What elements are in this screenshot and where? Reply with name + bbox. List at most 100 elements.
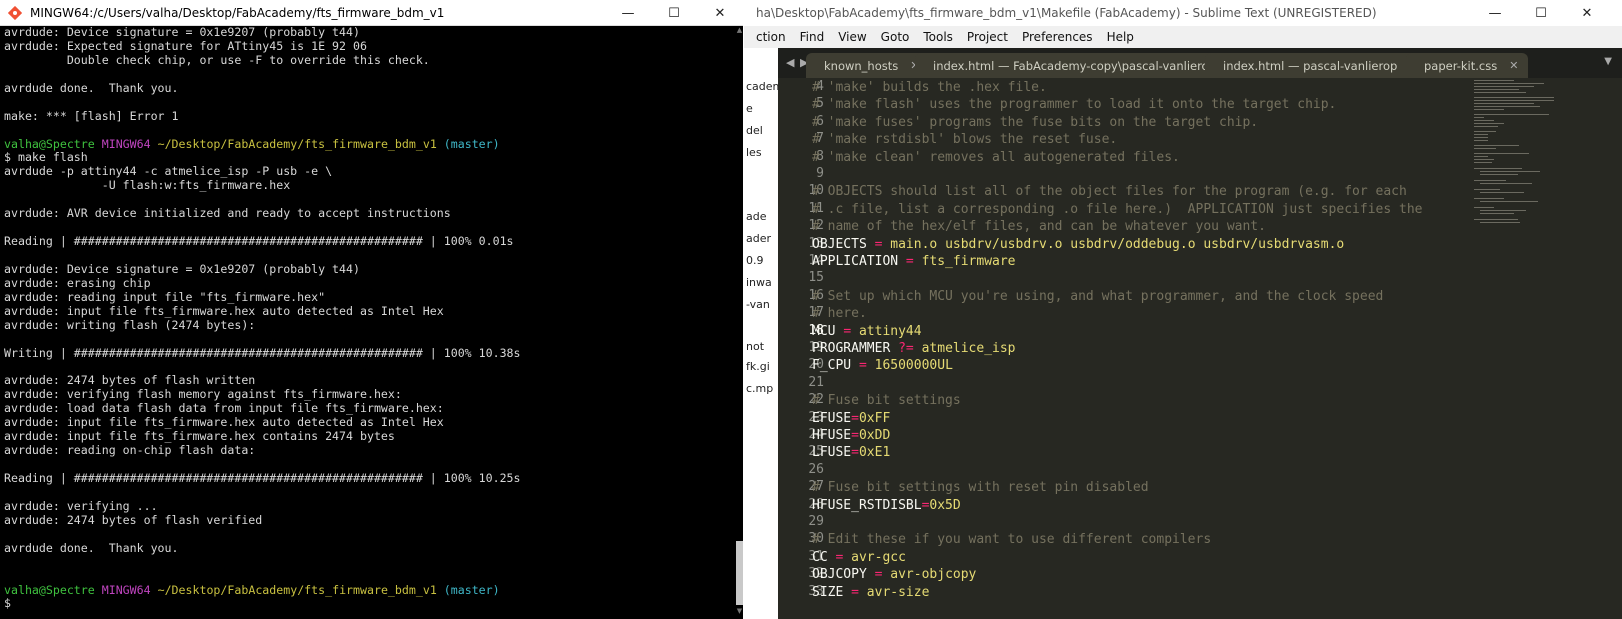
tab-known-hosts[interactable]: known_hosts ✕ (806, 53, 930, 78)
explorer-item[interactable]: cademy (746, 80, 778, 93)
prompt-host: MINGW64 (101, 582, 151, 597)
terminal-line: avrdude: 2474 bytes of flash written (4, 373, 256, 388)
terminal-window-controls: — ☐ ✕ (605, 0, 743, 26)
minimap[interactable] (1470, 78, 1592, 258)
code-line-16: # Set up which MCU you're using, and wha… (812, 289, 1384, 304)
terminal-line: Writing | ##############################… (4, 345, 521, 360)
terminal-line: avrdude: 2474 bytes of flash verified (4, 512, 263, 527)
terminal-line: avrdude: input file fts_firmware.hex con… (4, 429, 395, 444)
terminal-line: avrdude: input file fts_firmware.hex aut… (4, 415, 444, 430)
close-icon[interactable]: ✕ (1564, 0, 1610, 26)
menu-preferences[interactable]: Preferences (1022, 30, 1093, 44)
explorer-item[interactable]: not (746, 340, 764, 353)
terminal-line: avrdude: AVR device initialized and read… (4, 206, 451, 221)
git-bash-icon (4, 0, 26, 26)
code-line-24: HFUSE=0xDD (812, 428, 891, 443)
scroll-down-icon[interactable]: ▼ (736, 607, 743, 619)
code-line-19: PROGRAMMER ?= atmelice_isp (812, 341, 1016, 356)
menu-goto[interactable]: Goto (881, 30, 910, 44)
menu-selection[interactable]: ction (756, 30, 786, 44)
minimize-icon[interactable]: — (1472, 0, 1518, 26)
tab-label: index.html — pascal-vanlierop (1223, 58, 1398, 73)
terminal-output[interactable]: avrdude: Device signature = 0x1e9207 (pr… (0, 26, 743, 619)
explorer-item[interactable]: ade (746, 210, 767, 223)
explorer-item[interactable]: inwa (746, 276, 772, 289)
code-line-13: OBJECTS = main.o usbdrv/usbdrv.o usbdrv/… (812, 237, 1345, 252)
tab-prev-icon[interactable]: ◀ (786, 56, 794, 69)
terminal-title: MINGW64:/c/Users/valha/Desktop/FabAcadem… (30, 5, 445, 20)
terminal-line: Double check chip, or use -F to override… (4, 52, 430, 67)
sublime-title: ha\Desktop\FabAcademy\fts_firmware_bdm_v… (756, 6, 1377, 20)
tab-dropdown-icon[interactable]: ▼ (1604, 56, 1612, 67)
terminal-line: avrdude: verifying flash memory against … (4, 387, 402, 402)
code-line-5: # 'make flash' uses the programmer to lo… (812, 97, 1337, 112)
terminal-line: avrdude: Device signature = 0x1e9207 (pr… (4, 26, 360, 39)
code-line-18: MCU = attiny44 (812, 324, 922, 339)
terminal-line: $ make flash (4, 150, 88, 165)
menu-view[interactable]: View (838, 30, 866, 44)
tab-label: paper-kit.css (1424, 58, 1498, 73)
explorer-item[interactable]: del (746, 124, 763, 137)
code-area[interactable]: # 'make' builds the .hex file. # 'make f… (812, 78, 1512, 619)
code-line-7: # 'make rstdisbl' blows the reset fuse. (812, 132, 1118, 147)
background-explorer: cademy e del les ade ader 0.9 inwa -van … (744, 26, 778, 619)
tab-close-icon[interactable]: ✕ (1509, 59, 1518, 72)
prompt-branch: (master) (443, 136, 500, 151)
explorer-item[interactable]: 0.9 (746, 254, 764, 267)
terminal-line: avrdude: Device signature = 0x1e9207 (pr… (4, 261, 360, 276)
tab-index-html-copy[interactable]: index.html — FabAcademy-copy\pascal-vanl… (915, 53, 1248, 78)
menu-tools[interactable]: Tools (923, 30, 953, 44)
sublime-window-controls: — ☐ ✕ (1472, 0, 1622, 26)
terminal-line: Reading | ##############################… (4, 471, 521, 485)
explorer-item[interactable]: -van (746, 298, 770, 311)
sublime-titlebar[interactable]: ha\Desktop\FabAcademy\fts_firmware_bdm_v… (744, 0, 1622, 26)
terminal-window[interactable]: MINGW64:/c/Users/valha/Desktop/FabAcadem… (0, 0, 743, 619)
terminal-line: Reading | ##############################… (4, 234, 514, 249)
menu-help[interactable]: Help (1107, 30, 1134, 44)
explorer-item[interactable]: c.mp (746, 382, 773, 395)
minimize-icon[interactable]: — (605, 0, 651, 26)
code-line-33: SIZE = avr-size (812, 585, 930, 600)
code-line-14: APPLICATION = fts_firmware (812, 254, 1016, 269)
tab-index-html[interactable]: index.html — pascal-vanlierop ✕ (1205, 53, 1429, 78)
code-line-22: # Fuse bit settings (812, 393, 961, 408)
scroll-up-icon[interactable]: ▲ (736, 26, 743, 38)
terminal-line: avrdude: erasing chip (4, 275, 151, 290)
code-line-28: HFUSE_RSTDISBL=0x5D (812, 498, 961, 513)
terminal-line: avrdude done. Thank you. (4, 80, 179, 95)
terminal-line: avrdude: verifying ... (4, 498, 158, 513)
menu-project[interactable]: Project (967, 30, 1008, 44)
maximize-icon[interactable]: ☐ (651, 0, 697, 26)
code-line-8: # 'make clean' removes all autogenerated… (812, 150, 1180, 165)
code-line-4: # 'make' builds the .hex file. (812, 80, 1047, 95)
terminal-titlebar[interactable]: MINGW64:/c/Users/valha/Desktop/FabAcadem… (0, 0, 743, 26)
terminal-line: avrdude: input file fts_firmware.hex aut… (4, 303, 444, 318)
terminal-scrollbar-thumb[interactable] (736, 541, 743, 605)
code-line-27: # Fuse bit settings with reset pin disab… (812, 480, 1149, 495)
terminal-line: avrdude: reading on-chip flash data: (4, 443, 256, 458)
terminal-scrollbar[interactable]: ▲ ▼ (736, 26, 743, 619)
explorer-item[interactable]: ader (746, 232, 771, 245)
maximize-icon[interactable]: ☐ (1518, 0, 1564, 26)
close-icon[interactable]: ✕ (697, 0, 743, 26)
explorer-item[interactable]: les (746, 146, 762, 159)
tab-paper-kit-css[interactable]: paper-kit.css ✕ (1406, 53, 1529, 78)
terminal-line: avrdude: Expected signature for ATtiny45… (4, 38, 367, 53)
sublime-menubar: ction Find View Goto Tools Project Prefe… (744, 26, 1622, 48)
terminal-line: avrdude: reading input file "fts_firmwar… (4, 289, 326, 304)
explorer-item[interactable]: e (746, 102, 753, 115)
terminal-prompt: valha@Spectre MINGW64 ~/Desktop/FabAcade… (4, 582, 734, 598)
menu-find[interactable]: Find (800, 30, 825, 44)
explorer-item[interactable]: fk.gi (746, 360, 770, 373)
terminal-input-line[interactable]: $ (4, 596, 734, 611)
code-line-31: CC = avr-gcc (812, 550, 906, 565)
